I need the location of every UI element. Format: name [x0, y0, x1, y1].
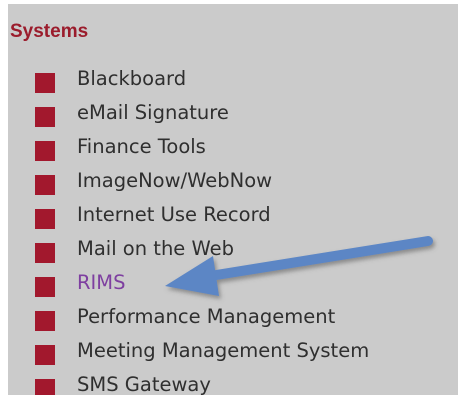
square-bullet-icon: [35, 311, 55, 331]
systems-panel: Systems Blackboard eMail Signature Finan…: [8, 4, 458, 395]
square-bullet-icon: [35, 175, 55, 195]
mail-on-the-web-link[interactable]: Mail on the Web: [77, 234, 234, 264]
square-bullet-icon: [35, 277, 55, 297]
internet-use-record-link[interactable]: Internet Use Record: [77, 200, 271, 230]
square-bullet-icon: [35, 243, 55, 263]
section-title: Systems: [10, 21, 89, 42]
sms-gateway-link[interactable]: SMS Gateway: [77, 370, 211, 395]
square-bullet-icon: [35, 345, 55, 365]
square-bullet-icon: [35, 73, 55, 93]
square-bullet-icon: [35, 209, 55, 229]
meeting-management-system-link[interactable]: Meeting Management System: [77, 336, 369, 366]
rims-link[interactable]: RIMS: [77, 268, 126, 298]
email-signature-link[interactable]: eMail Signature: [77, 98, 229, 128]
imagenow-webnow-link[interactable]: ImageNow/WebNow: [77, 166, 272, 196]
blackboard-link[interactable]: Blackboard: [77, 64, 186, 94]
square-bullet-icon: [35, 141, 55, 161]
performance-management-link[interactable]: Performance Management: [77, 302, 335, 332]
finance-tools-link[interactable]: Finance Tools: [77, 132, 206, 162]
square-bullet-icon: [35, 379, 55, 395]
square-bullet-icon: [35, 107, 55, 127]
